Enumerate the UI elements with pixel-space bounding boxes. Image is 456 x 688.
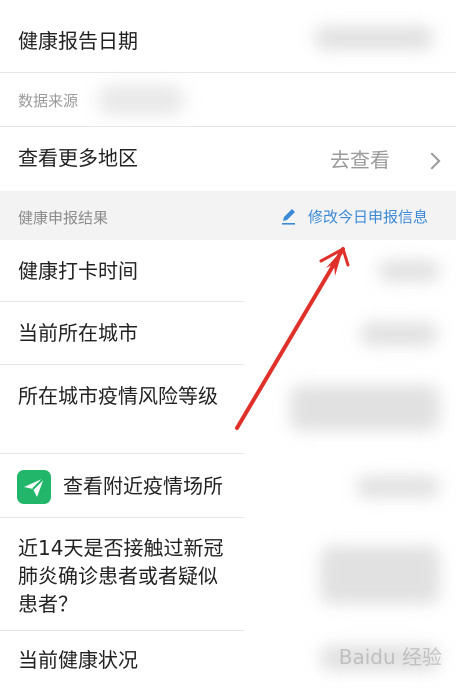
row-nearby-places[interactable]: 查看附近疫情场所	[0, 454, 456, 517]
row-current-city: 当前所在城市	[0, 302, 456, 364]
row-city-risk-level: 所在城市疫情风险等级	[0, 365, 456, 453]
row-report-date: 健康报告日期	[0, 0, 456, 72]
edit-today-button[interactable]: 修改今日申报信息	[282, 207, 442, 231]
row-data-source: 数据来源	[0, 73, 456, 126]
contact-question-label: 近14天是否接触过新冠肺炎确诊患者或者疑似患者？	[18, 536, 224, 616]
nearby-places-value-blur	[356, 476, 440, 498]
current-health-label: 当前健康状况	[18, 648, 138, 672]
city-risk-level-value-blur	[290, 385, 440, 431]
view-more-regions-label: 查看更多地区	[18, 146, 138, 170]
checkin-time-label: 健康打卡时间	[18, 259, 138, 283]
nearby-places-label: 查看附近疫情场所	[63, 474, 223, 498]
edit-today-label: 修改今日申报信息	[308, 208, 429, 226]
report-date-label: 健康报告日期	[18, 29, 138, 53]
row-checkin-time: 健康打卡时间	[0, 240, 456, 301]
data-source-value-blur	[98, 85, 184, 115]
watermark: Baidu 经验	[338, 645, 442, 669]
current-city-label: 当前所在城市	[18, 321, 138, 345]
current-city-value-blur	[360, 322, 438, 346]
row-view-more-regions[interactable]: 查看更多地区 去查看	[0, 127, 456, 191]
city-risk-level-label: 所在城市疫情风险等级	[18, 384, 218, 408]
paper-plane-icon	[17, 470, 51, 504]
section-title: 健康申报结果	[18, 209, 109, 227]
pencil-icon	[282, 209, 295, 225]
row-contact-question: 近14天是否接触过新冠肺炎确诊患者或者疑似患者？	[0, 518, 456, 630]
section-health-result-header: 健康申报结果 修改今日申报信息	[0, 191, 456, 240]
data-source-label: 数据来源	[18, 92, 79, 110]
go-view-link[interactable]: 去查看	[330, 145, 390, 175]
contact-question-value-blur	[320, 546, 440, 604]
chevron-right-icon	[423, 152, 441, 170]
checkin-time-value-blur	[378, 260, 440, 282]
report-date-value-blur	[314, 26, 434, 50]
